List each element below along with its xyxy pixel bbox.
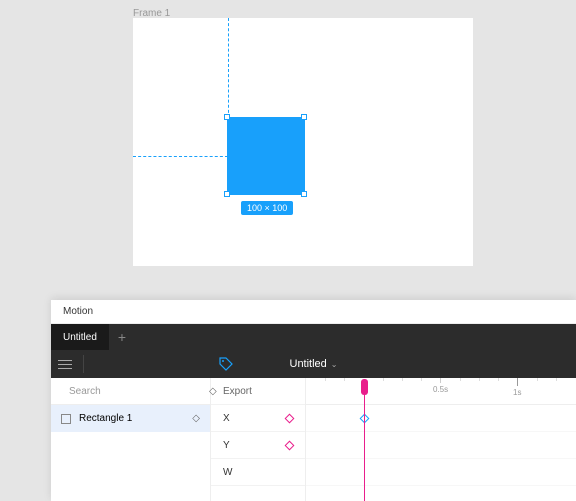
export-label[interactable]: Export bbox=[211, 378, 305, 405]
keyframe-track-w[interactable] bbox=[306, 459, 576, 486]
selection-handle-bl[interactable] bbox=[224, 191, 230, 197]
search-row: ◇ bbox=[51, 378, 210, 405]
tick-minor bbox=[383, 378, 384, 381]
tag-tool-button[interactable] bbox=[218, 356, 234, 372]
playhead[interactable] bbox=[364, 381, 365, 501]
motion-panel: Motion Untitled + Untitled ⌄ bbox=[51, 300, 576, 501]
tab-add-button[interactable]: + bbox=[109, 324, 135, 350]
rectangle-layer[interactable] bbox=[228, 118, 304, 194]
tag-icon bbox=[218, 356, 234, 372]
rectangle-icon bbox=[61, 414, 71, 424]
keyframe-diamond-icon[interactable]: ◇ bbox=[192, 413, 200, 424]
timeline-track-area[interactable]: 0.5s 1s 1.5s bbox=[305, 378, 576, 501]
toolbar: Untitled ⌄ bbox=[51, 350, 576, 378]
tick-minor bbox=[344, 378, 345, 381]
search-input[interactable] bbox=[69, 386, 201, 397]
guide-vertical bbox=[228, 18, 229, 118]
playhead-handle[interactable] bbox=[361, 379, 368, 395]
keyframe-diamond-icon[interactable] bbox=[285, 440, 295, 450]
keyframe-track-x[interactable] bbox=[306, 405, 576, 432]
project-name-label: Untitled bbox=[290, 358, 327, 370]
project-name-dropdown[interactable]: Untitled ⌄ bbox=[290, 358, 338, 370]
layer-sidebar: ◇ Rectangle 1 ◇ bbox=[51, 378, 211, 501]
tick-minor bbox=[460, 378, 461, 381]
chevron-down-icon: ⌄ bbox=[331, 360, 338, 369]
prop-label: W bbox=[223, 467, 232, 478]
tick-minor bbox=[537, 378, 538, 381]
tick-minor bbox=[556, 378, 557, 381]
divider bbox=[83, 355, 84, 373]
prop-row-y[interactable]: Y bbox=[211, 432, 305, 459]
timeline-area: Export X Y W bbox=[211, 378, 576, 501]
tick-major: 1s bbox=[513, 378, 521, 397]
tick-minor bbox=[498, 378, 499, 381]
motion-panel-title: Motion bbox=[51, 300, 576, 324]
selection-handle-tr[interactable] bbox=[301, 114, 307, 120]
layer-name: Rectangle 1 bbox=[79, 413, 184, 424]
prop-row-w[interactable]: W bbox=[211, 459, 305, 486]
tick: 0.5s bbox=[433, 378, 448, 394]
frame[interactable]: 100 × 100 bbox=[133, 18, 473, 266]
selection-handle-tl[interactable] bbox=[224, 114, 230, 120]
size-badge: 100 × 100 bbox=[241, 201, 293, 215]
tab-bar: Untitled + bbox=[51, 324, 576, 350]
guide-horizontal bbox=[133, 156, 228, 157]
tick-minor bbox=[402, 378, 403, 381]
prop-label: Y bbox=[223, 440, 230, 451]
layer-item-rectangle[interactable]: Rectangle 1 ◇ bbox=[51, 405, 210, 432]
prop-label: X bbox=[223, 413, 230, 424]
canvas-area[interactable]: Frame 1 100 × 100 bbox=[0, 0, 576, 300]
menu-icon bbox=[58, 360, 72, 369]
tick-minor bbox=[479, 378, 480, 381]
menu-button[interactable] bbox=[51, 350, 79, 378]
keyframe-diamond-icon[interactable] bbox=[285, 413, 295, 423]
tab-untitled[interactable]: Untitled bbox=[51, 324, 109, 350]
tick-minor bbox=[325, 378, 326, 381]
selection-handle-br[interactable] bbox=[301, 191, 307, 197]
timeline-ruler[interactable]: 0.5s 1s 1.5s bbox=[306, 378, 576, 405]
prop-row-x[interactable]: X bbox=[211, 405, 305, 432]
property-list: Export X Y W bbox=[211, 378, 305, 501]
timeline-body: ◇ Rectangle 1 ◇ Export X Y bbox=[51, 378, 576, 501]
tick-minor bbox=[421, 378, 422, 381]
keyframe-track-y[interactable] bbox=[306, 432, 576, 459]
